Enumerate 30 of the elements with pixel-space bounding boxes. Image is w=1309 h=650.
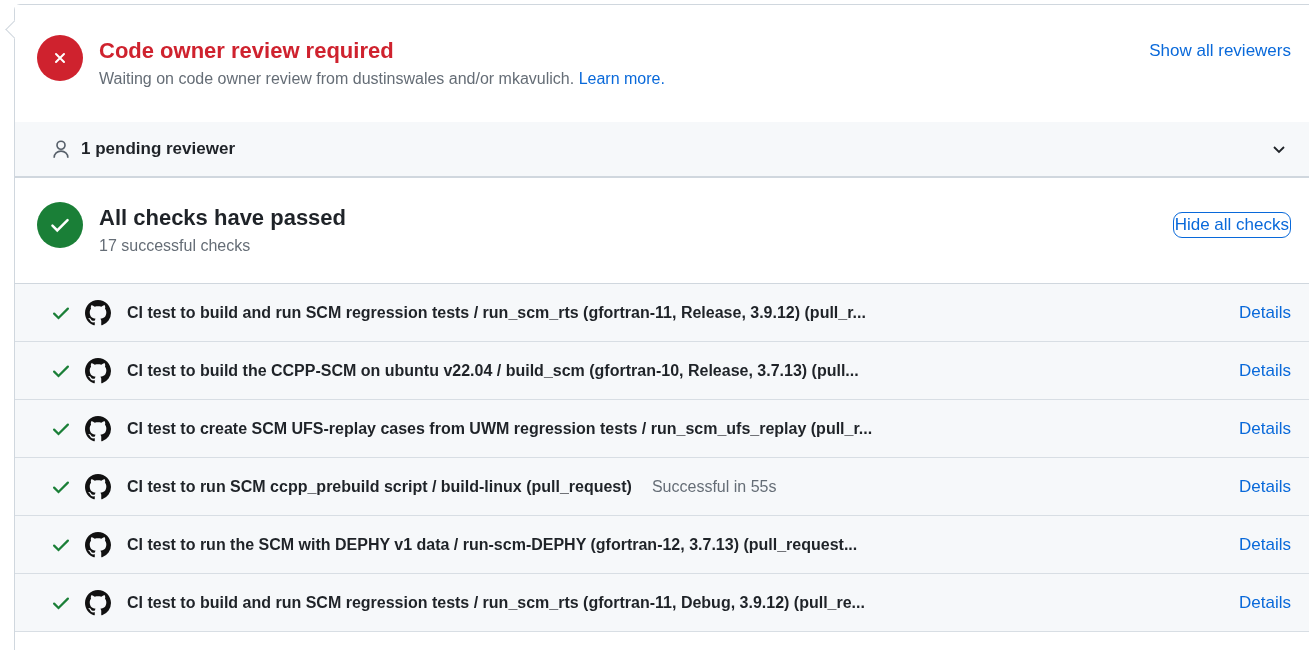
check-name: CI test to run the SCM with DEPHY v1 data / run-scm-DEPHY (gfortran-12, 3.7.13) (pull_request...: [127, 535, 858, 554]
check-duration: Successful in 55s: [651, 477, 777, 496]
close-icon: [52, 50, 68, 66]
details-link[interactable]: Details: [1239, 592, 1291, 613]
details-link[interactable]: Details: [1239, 360, 1291, 381]
github-logo-icon: [85, 531, 111, 558]
checks-count: 17 successful checks: [99, 237, 252, 255]
github-logo-icon: [85, 357, 111, 384]
check-name: CI test to build and run SCM regression tests / run_scm_rts (gfortran-11, Release, 3.9.12) (pull_r...: [127, 303, 866, 322]
check-name: CI test to run SCM ccpp_prebuild script / build-linux (pull_request): [127, 477, 632, 496]
details-link[interactable]: Details: [1239, 534, 1291, 555]
github-logo-icon: [85, 299, 111, 326]
person-icon: [51, 139, 71, 159]
github-logo-icon: [85, 473, 111, 500]
check-name: CI test to build and run SCM regression tests / run_scm_rts (gfortran-11, Debug, 3.9.12) (pull_re...: [127, 593, 865, 612]
checks-title: All checks have passed: [99, 205, 348, 231]
details-link[interactable]: Details: [1239, 418, 1291, 439]
github-logo-icon: [85, 589, 111, 616]
review-title: Code owner review required: [99, 38, 395, 64]
details-link[interactable]: Details: [1239, 302, 1291, 323]
hide-all-checks-button[interactable]: Hide all checks: [1172, 212, 1291, 238]
check-name: CI test to create SCM UFS-replay cases from UWM regression tests / run_scm_ufs_replay (pull_r...: [127, 419, 873, 438]
github-logo-icon: [85, 415, 111, 442]
review-description: Waiting on code owner review from dustinswales and/or mkavulich. Learn more.: [99, 70, 666, 88]
check-name: CI test to build the CCPP-SCM on ubuntu v22.04 / build_scm (gfortran-10, Release, 3.7.13) (pull...: [127, 361, 859, 380]
pending-reviewers-row[interactable]: 1 pending reviewer: [15, 122, 1309, 178]
details-link[interactable]: Details: [1239, 476, 1291, 497]
show-all-reviewers-link[interactable]: Show all reviewers: [1149, 41, 1291, 61]
pending-reviewer-label: 1 pending reviewer: [81, 139, 236, 159]
learn-more-link[interactable]: Learn more.: [578, 70, 665, 87]
